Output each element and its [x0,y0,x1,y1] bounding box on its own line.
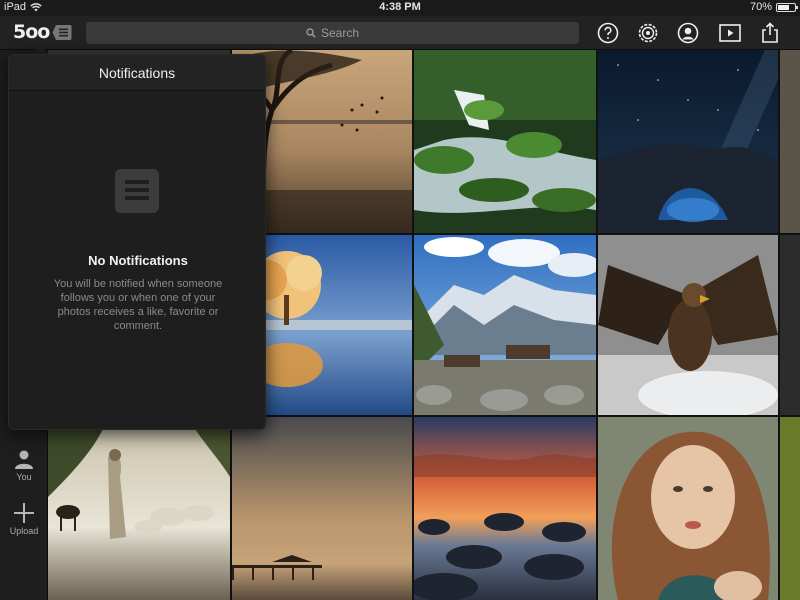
sidebar-item-label: Upload [9,526,39,536]
profile-icon[interactable] [676,21,700,45]
help-icon[interactable] [596,21,620,45]
sidebar-item-label: You [16,472,32,482]
notifications-empty-icon [115,169,159,213]
status-bar: iPad 4:38 PM 70% [0,0,800,16]
notifications-popover: Notifications No Notifications You will … [8,54,266,430]
slideshow-icon[interactable] [718,21,742,45]
photo-tile[interactable] [780,235,800,415]
photo-tile[interactable] [598,417,778,600]
search-placeholder: Search [320,26,360,40]
photo-tile[interactable] [414,235,596,415]
photo-tile[interactable] [780,50,800,233]
photo-tile[interactable] [414,417,596,600]
empty-state-title: No Notifications [88,253,188,268]
photo-tile[interactable] [232,417,412,600]
empty-state-message: You will be notified when someone follow… [53,278,223,332]
sidebar-item-you[interactable]: You [0,448,48,482]
settings-icon[interactable] [636,21,660,45]
popover-arrow [33,46,49,54]
photo-tile[interactable] [48,417,230,600]
menu-icon[interactable] [52,24,72,41]
popover-title: Notifications [9,55,265,91]
photo-tile[interactable] [598,235,778,415]
battery-icon [776,2,798,12]
sidebar-item-upload[interactable]: Upload [0,502,48,536]
user-icon [15,450,33,469]
app-logo[interactable]: 5oo [13,21,50,43]
photo-tile[interactable] [414,50,596,233]
photo-tile[interactable] [598,50,778,233]
search-input[interactable]: Search [86,22,579,44]
search-icon [306,28,316,38]
clock: 4:38 PM [379,1,421,13]
top-navbar: 5oo Search [0,16,800,50]
share-icon[interactable] [758,21,782,45]
battery-percent: 70% [749,1,772,13]
photo-tile[interactable] [780,417,800,600]
plus-icon [14,503,34,523]
